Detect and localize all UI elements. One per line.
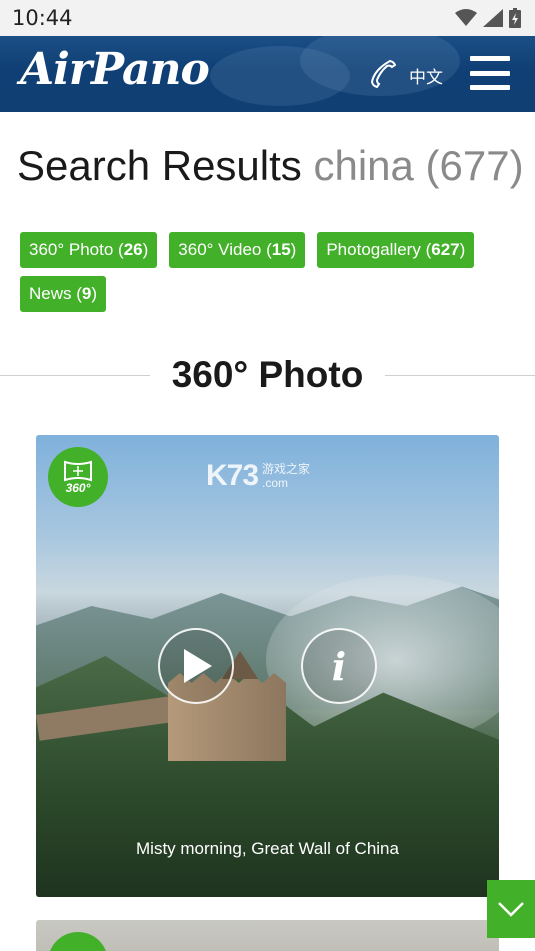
search-count: (677) (425, 142, 524, 189)
menu-bar (470, 56, 510, 61)
scroll-down-button[interactable] (487, 880, 535, 938)
panorama-frame-icon (64, 460, 92, 482)
phone-icon[interactable] (368, 58, 398, 89)
filter-label: News (29, 284, 72, 303)
chevron-down-icon (498, 902, 524, 917)
panorama-360-icon (48, 932, 108, 951)
filter-count: 15 (271, 240, 291, 259)
filter-360-photo[interactable]: 360° Photo (26) (20, 232, 158, 268)
status-time: 10:44 (12, 6, 73, 30)
filter-label: Photogallery (326, 240, 421, 259)
watermark-sub: 游戏之家 .com (262, 462, 310, 490)
hamburger-menu-icon[interactable] (470, 56, 510, 90)
info-icon[interactable]: i (301, 628, 377, 704)
filter-count: 26 (123, 240, 143, 259)
filter-360-video[interactable]: 360° Video (15) (169, 232, 306, 268)
status-bar: 10:44 (0, 0, 535, 36)
panorama-badge-label: 360° (65, 481, 91, 495)
result-card[interactable]: 360° K73 游戏之家 .com i Misty morning, Grea… (36, 435, 499, 897)
menu-bar (470, 70, 510, 76)
filter-photogallery[interactable]: Photogallery (627) (317, 232, 475, 268)
site-header: AirPano 中文 (0, 36, 535, 112)
result-caption[interactable]: Misty morning, Great Wall of China (36, 839, 499, 859)
play-triangle-icon (184, 649, 212, 683)
watermark-sub-line1: 游戏之家 (262, 462, 311, 476)
wifi-icon (455, 9, 477, 26)
watermark-main: K73 (206, 459, 259, 492)
filter-label: 360° Video (178, 240, 262, 259)
search-results-title: Search Results china (677) (17, 142, 524, 190)
result-card[interactable] (36, 920, 499, 951)
panorama-360-icon: 360° (48, 447, 108, 507)
search-results-label: Search Results (17, 142, 302, 189)
watermark-logo: K73 游戏之家 .com (206, 459, 310, 493)
filter-label: 360° Photo (29, 240, 114, 259)
play-icon[interactable] (158, 628, 234, 704)
section-title: 360° Photo (171, 354, 364, 395)
airpano-logo[interactable]: AirPano (20, 44, 210, 95)
filter-chips: 360° Photo (26) 360° Video (15) Photogal… (20, 232, 520, 312)
filter-count: 9 (81, 284, 92, 303)
status-icons (455, 8, 521, 28)
battery-icon (509, 8, 521, 28)
language-switch[interactable]: 中文 (409, 63, 443, 88)
search-query: china (313, 142, 414, 189)
filter-count: 627 (431, 240, 460, 259)
filter-news[interactable]: News (9) (20, 276, 107, 312)
signal-icon (483, 9, 503, 27)
info-symbol: i (331, 643, 347, 689)
menu-bar (470, 85, 510, 90)
watermark-sub-line2: .com (262, 476, 289, 490)
